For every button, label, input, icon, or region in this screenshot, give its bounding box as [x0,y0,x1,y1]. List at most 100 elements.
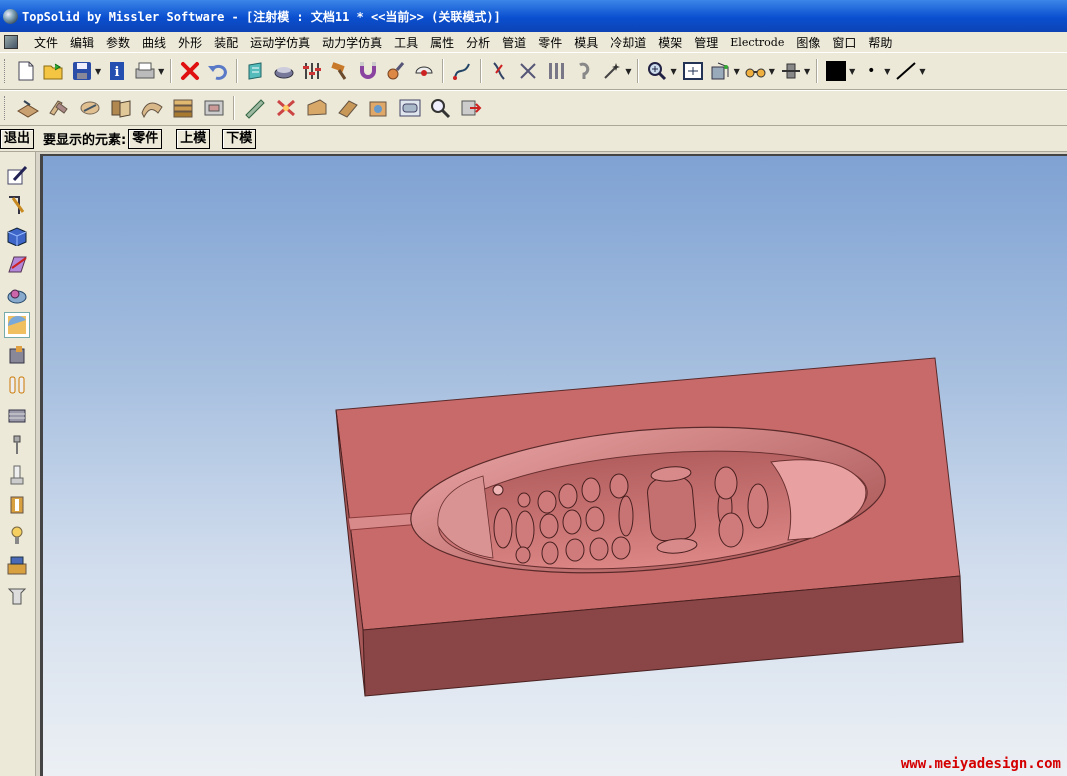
box-icon[interactable] [4,402,30,428]
curve-icon[interactable] [450,59,474,83]
layer-icon[interactable] [244,59,268,83]
menu-dynamics[interactable]: 动力学仿真 [316,34,388,51]
mold-cavity-icon[interactable] [107,96,134,120]
menu-parts[interactable]: 零件 [532,34,568,51]
menu-tools[interactable]: 工具 [388,34,424,51]
zoom-icon[interactable] [645,59,669,83]
mold-frame-icon[interactable] [200,96,227,120]
columns-icon[interactable] [544,59,568,83]
shape-icon[interactable] [4,282,30,308]
ejector-icon[interactable] [4,462,30,488]
menu-bar: 文件 编辑 参数 曲线 外形 装配 运动学仿真 动力学仿真 工具 属性 分析 管… [0,32,1067,52]
menu-file[interactable]: 文件 [28,34,64,51]
color-swatch[interactable] [824,59,848,83]
tool-icon[interactable] [384,59,408,83]
glasses-dropdown-icon[interactable]: ▼ [769,67,775,76]
mold-slide-icon[interactable] [303,96,330,120]
mold-inspect-icon[interactable] [427,96,454,120]
exit-button[interactable]: 退出 [0,128,35,149]
mold-shell-icon[interactable] [241,96,268,120]
save-dropdown-icon[interactable]: ▼ [95,67,101,76]
pin-icon[interactable] [4,432,30,458]
measure-icon[interactable] [412,59,436,83]
menu-electrode[interactable]: Electrode [724,36,790,49]
extend-icon[interactable] [4,582,30,608]
menu-kinematics[interactable]: 运动学仿真 [244,34,316,51]
menu-manage[interactable]: 管理 [688,34,724,51]
hammer-icon[interactable] [328,59,352,83]
wand-dropdown-icon[interactable]: ▼ [625,67,631,76]
mold-export-icon[interactable] [458,96,485,120]
menu-window[interactable]: 窗口 [826,34,862,51]
hook-icon[interactable] [572,59,596,83]
menu-help[interactable]: 帮助 [862,34,898,51]
toolbar-grip[interactable] [4,59,8,83]
menu-shapes[interactable]: 外形 [172,34,208,51]
menu-curves[interactable]: 曲线 [136,34,172,51]
cross-icon[interactable] [516,59,540,83]
menu-edit[interactable]: 编辑 [64,34,100,51]
light-icon[interactable] [4,522,30,548]
app-icon[interactable] [3,8,18,24]
upper-mold-button[interactable]: 上模 [176,128,211,149]
mold-surface-icon[interactable] [138,96,165,120]
toolbar-grip[interactable] [4,96,8,120]
sketch-icon[interactable] [4,162,30,188]
menu-assembly[interactable]: 装配 [208,34,244,51]
view-dropdown-icon[interactable]: ▼ [734,67,740,76]
mold-lifter-icon[interactable] [334,96,361,120]
parallel-icon[interactable] [4,372,30,398]
mold-view-icon[interactable] [396,96,423,120]
line-style-dropdown-icon[interactable]: ▼ [919,67,925,76]
wand-icon[interactable] [600,59,624,83]
mold-stack-icon[interactable] [169,96,196,120]
sliders-icon[interactable] [300,59,324,83]
print-dropdown-icon[interactable]: ▼ [158,67,164,76]
mold-core-icon[interactable] [76,96,103,120]
intersect-icon[interactable] [488,59,512,83]
mold-tool-icon[interactable] [272,96,299,120]
point-style-dropdown-icon[interactable]: ▼ [884,67,890,76]
zoom-dropdown-icon[interactable]: ▼ [670,67,676,76]
menu-attributes[interactable]: 属性 [424,34,460,51]
surface-icon[interactable] [4,252,30,278]
open-file-icon[interactable] [42,59,66,83]
delete-icon[interactable] [178,59,202,83]
new-file-icon[interactable] [14,59,38,83]
assembly-icon[interactable] [4,552,30,578]
menu-analysis[interactable]: 分析 [460,34,496,51]
menu-cooling[interactable]: 冷却道 [604,34,652,51]
lower-mold-button[interactable]: 下模 [222,128,257,149]
menu-mold[interactable]: 模具 [568,34,604,51]
part-button[interactable]: 零件 [128,128,163,149]
menu-image[interactable]: 图像 [790,34,826,51]
curve-draw-icon[interactable] [4,192,30,218]
menu-mold-base[interactable]: 模架 [652,34,688,51]
orbit-dropdown-icon[interactable]: ▼ [804,67,810,76]
mold-part-icon[interactable] [14,96,41,120]
mold-block-icon[interactable] [365,96,392,120]
save-icon[interactable] [70,59,94,83]
mold-split-icon[interactable] [45,96,72,120]
mold-3d-view[interactable] [43,156,1067,776]
orbit-icon[interactable] [779,59,803,83]
line-style-icon[interactable] [894,59,918,83]
solid-block-icon[interactable] [4,222,30,248]
document-icon[interactable] [4,35,18,49]
view-icon[interactable] [709,59,733,83]
point-style-icon[interactable]: • [859,59,883,83]
menu-pipes[interactable]: 管道 [496,34,532,51]
cooling-icon[interactable] [4,492,30,518]
info-icon[interactable]: i [105,59,129,83]
zoom-fit-icon[interactable] [681,59,705,83]
menu-parameters[interactable]: 参数 [100,34,136,51]
undo-icon[interactable] [206,59,230,83]
color-dropdown-icon[interactable]: ▼ [849,67,855,76]
print-icon[interactable] [133,59,157,83]
mold-highlight-icon[interactable] [4,312,30,338]
magnet-icon[interactable] [356,59,380,83]
pipe-icon[interactable] [272,59,296,83]
glasses-icon[interactable] [744,59,768,83]
graphics-viewport[interactable]: www.meiyadesign.com [40,154,1067,776]
component-icon[interactable] [4,342,30,368]
